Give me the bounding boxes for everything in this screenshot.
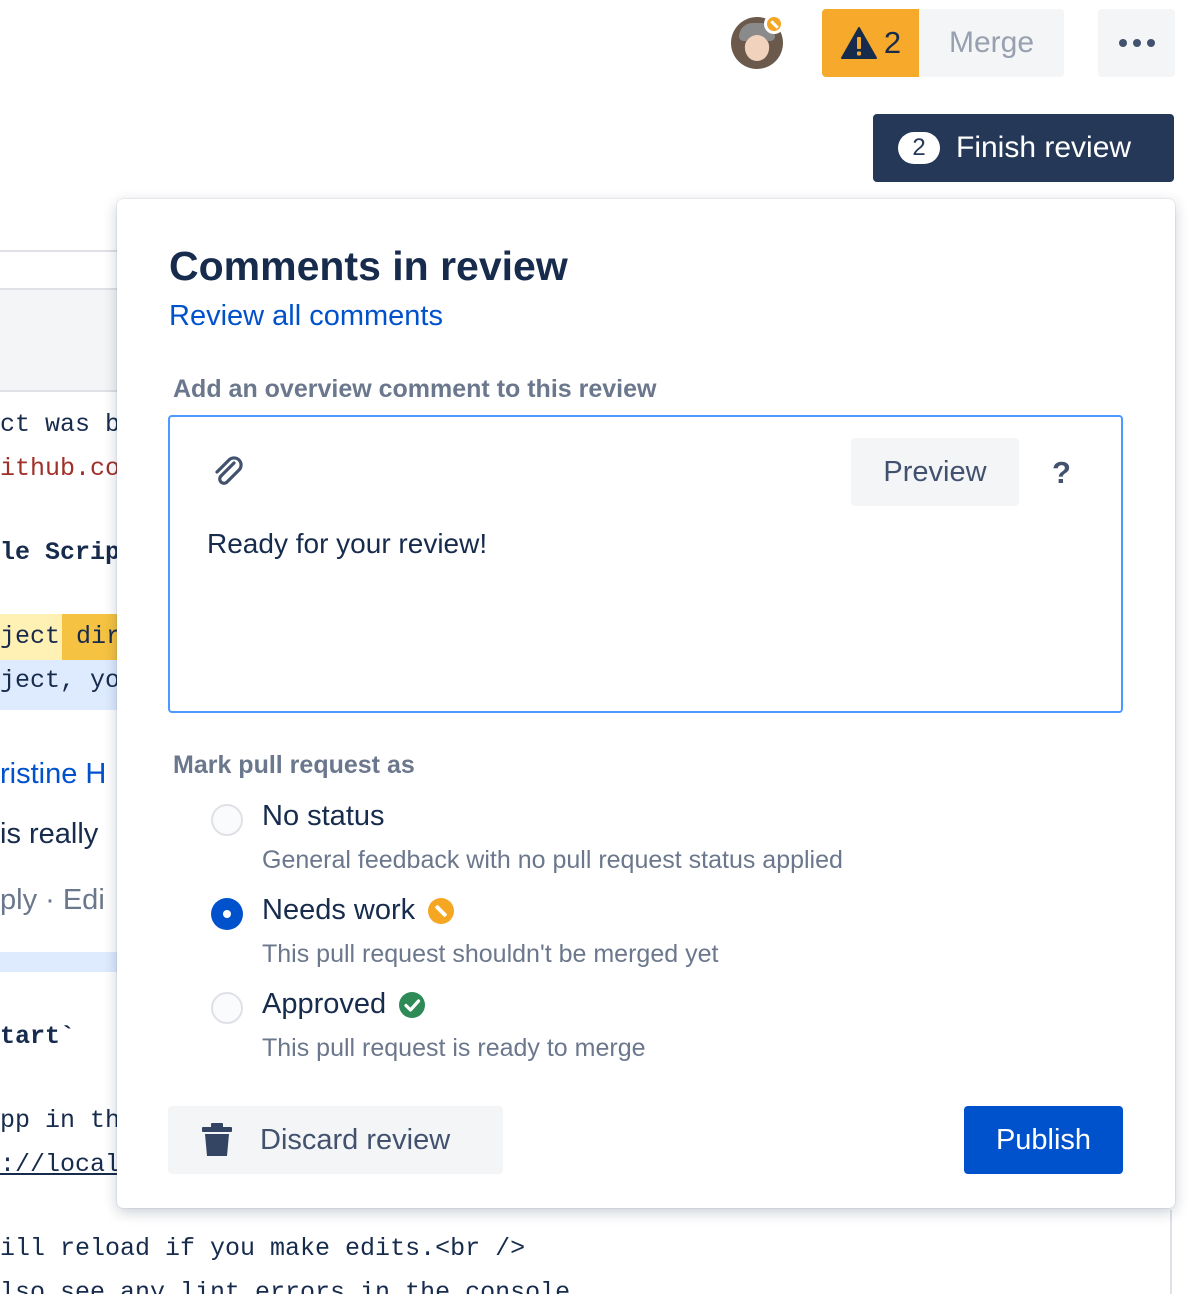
option-title: No status — [262, 800, 385, 832]
finish-review-label: Finish review — [956, 131, 1132, 164]
discard-review-label: Discard review — [260, 1123, 451, 1156]
code-line: ject — [0, 622, 61, 651]
radio-approved[interactable] — [211, 992, 243, 1024]
option-description: General feedback with no pull request st… — [262, 846, 843, 874]
diff-border — [0, 250, 130, 252]
warnings-button[interactable]: 2 — [822, 9, 919, 77]
overview-comment-editor[interactable]: Preview ? Ready for your review! — [168, 415, 1123, 713]
dialog-title: Comments in review — [169, 243, 568, 289]
status-group-label: Mark pull request as — [173, 751, 415, 779]
status-option-no-status[interactable]: No status General feedback with no pull … — [211, 800, 971, 880]
option-title: Approved — [262, 988, 387, 1020]
code-line: ject, yo — [0, 666, 121, 695]
avatar-face — [745, 35, 769, 61]
code-line: dir — [76, 622, 122, 651]
status-option-needs-work[interactable]: Needs work This pull request shouldn't b… — [211, 894, 971, 974]
option-description: This pull request shouldn't be merged ye… — [262, 940, 719, 968]
option-title-wrap: No status — [262, 800, 385, 833]
comment-text-input[interactable]: Ready for your review! — [207, 528, 487, 560]
comment-actions[interactable]: ply · Edi — [0, 884, 105, 917]
warning-count: 2 — [883, 25, 902, 60]
code-line: pp in th — [0, 1106, 121, 1135]
overview-comment-label: Add an overview comment to this review — [173, 375, 657, 403]
help-icon[interactable]: ? — [1052, 455, 1071, 491]
preview-button[interactable]: Preview — [851, 438, 1019, 506]
finish-review-button[interactable]: 2 Finish review — [873, 114, 1174, 182]
more-icon — [1118, 39, 1127, 47]
more-icon-dot — [1132, 39, 1141, 47]
publish-button[interactable]: Publish — [964, 1106, 1123, 1174]
code-line: le Scrip — [0, 538, 121, 567]
more-icon-dot — [1146, 39, 1155, 47]
option-description: This pull request is ready to merge — [262, 1034, 646, 1062]
comment-text: is really — [0, 818, 99, 850]
code-line: ill reload if you make edits.<br /> — [0, 1234, 526, 1263]
merge-button[interactable]: Merge — [919, 9, 1064, 77]
avatar[interactable] — [731, 14, 784, 69]
attachment-icon[interactable] — [210, 455, 246, 491]
diff-file-header — [0, 288, 130, 392]
review-all-comments-link[interactable]: Review all comments — [169, 300, 443, 333]
comment-author-link[interactable]: ristine H — [0, 758, 106, 791]
warning-icon — [840, 27, 877, 59]
option-title: Needs work — [262, 894, 416, 926]
diff-border — [1170, 1210, 1172, 1294]
option-title-wrap: Approved — [262, 988, 426, 1021]
code-line: ct was b — [0, 410, 121, 439]
approved-icon — [399, 991, 426, 1018]
code-line: ithub.co — [0, 454, 121, 483]
code-line: lso see any lint errors in the console. — [0, 1278, 586, 1294]
code-line: tart` — [0, 1022, 76, 1051]
radio-needs-work[interactable] — [211, 898, 243, 930]
review-dialog: Comments in review Review all comments A… — [117, 199, 1175, 1208]
more-actions-button[interactable] — [1098, 9, 1175, 77]
finish-review-count: 2 — [898, 132, 940, 164]
trash-icon — [202, 1123, 232, 1156]
status-option-approved[interactable]: Approved This pull request is ready to m… — [211, 988, 971, 1068]
needs-work-badge-icon — [764, 14, 784, 34]
radio-no-status[interactable] — [211, 804, 243, 836]
discard-review-button[interactable]: Discard review — [168, 1106, 503, 1174]
code-line[interactable]: ://local — [0, 1150, 120, 1179]
needs-work-icon — [428, 897, 455, 924]
option-title-wrap: Needs work — [262, 894, 455, 927]
